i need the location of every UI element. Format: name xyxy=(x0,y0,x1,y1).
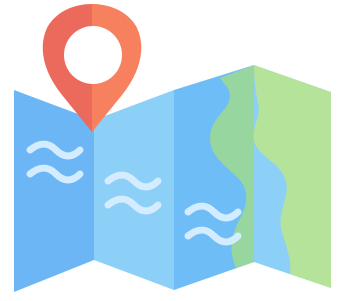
map-body xyxy=(14,65,331,292)
pin-hole xyxy=(64,26,122,84)
folded-map-icon xyxy=(14,4,331,292)
map-panel-2 xyxy=(94,90,174,290)
map-panel-1 xyxy=(14,90,94,292)
